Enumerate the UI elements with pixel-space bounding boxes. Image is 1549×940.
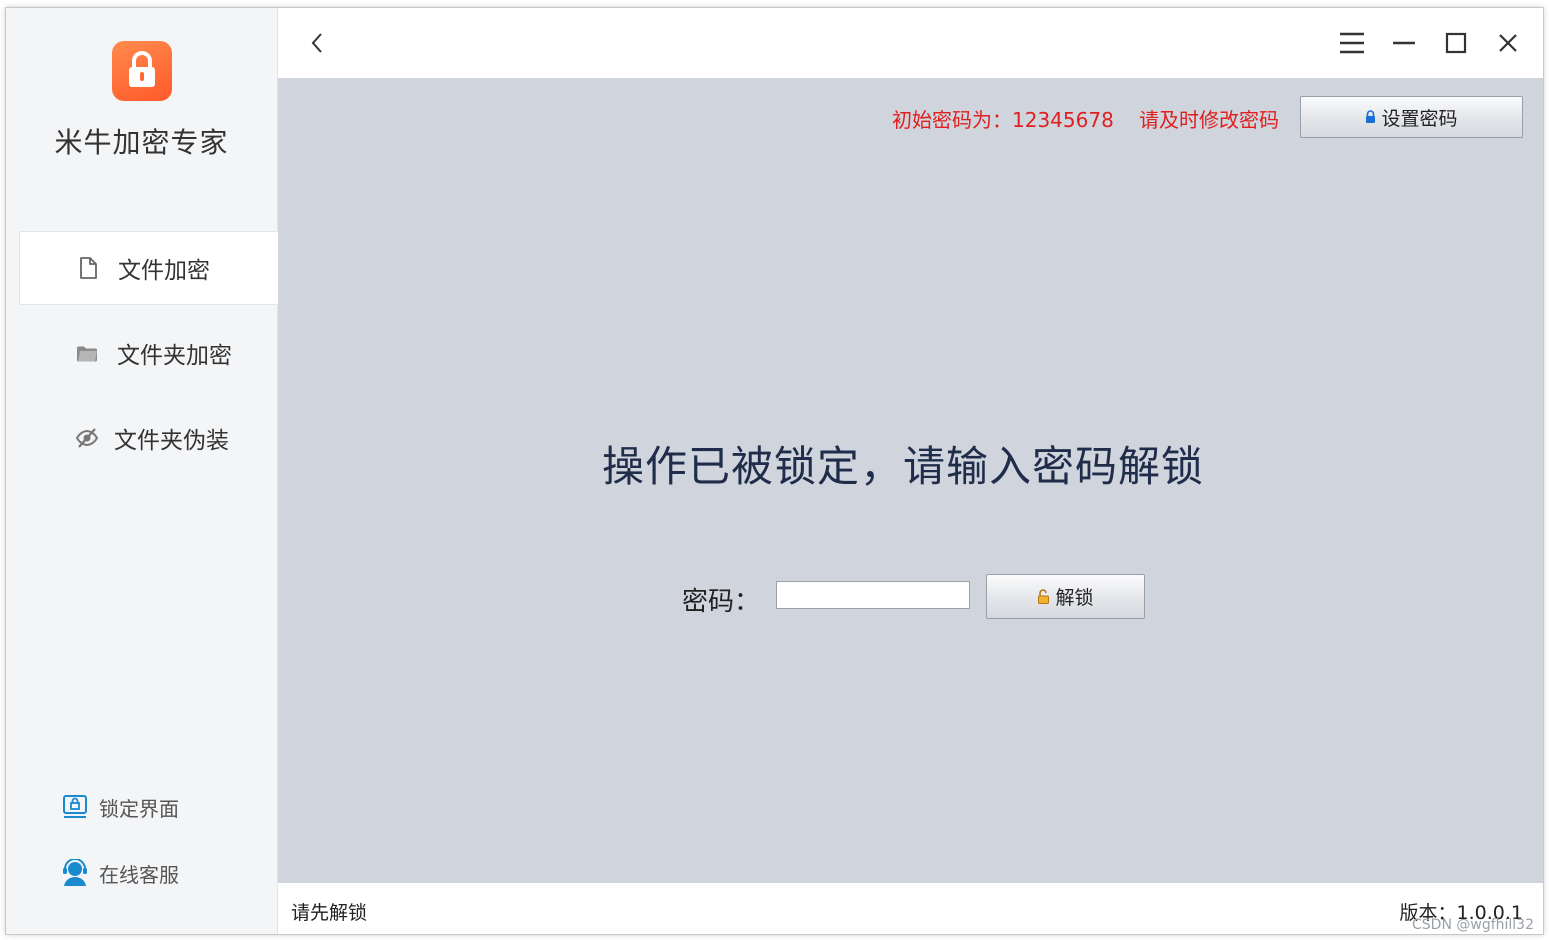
sidebar-item-folder-disguise[interactable]: 文件夹伪装 [19,402,277,474]
set-password-button[interactable]: 设置密码 [1300,96,1523,138]
unlock-label: 解锁 [1055,587,1094,609]
unlock-button[interactable]: 解锁 [986,574,1145,619]
watermark: CSDN @wgfhill32 [1412,917,1534,933]
password-label: 密码： [682,587,761,617]
padlock-icon [129,51,155,87]
lock-screen-label: 锁定界面 [99,796,179,821]
menu-icon[interactable] [1337,28,1367,58]
lock-screen-icon [63,795,87,818]
close-icon[interactable] [1493,28,1523,58]
maximize-icon[interactable] [1441,28,1471,58]
sidebar: 米牛加密专家 文件加密 文件夹加密 文件夹伪装 锁定界面 在线客服 [6,8,278,934]
status-bar: 请先解锁 版本：1.0.0.1 [278,883,1543,934]
sidebar-item-label: 文件夹加密 [117,343,232,369]
main-content: 初始密码为：12345678 请及时修改密码 设置密码 操作已被锁定，请输入密码… [278,78,1543,883]
password-input[interactable] [776,581,970,609]
lock-icon [1366,110,1376,123]
customer-service-icon [63,859,87,886]
chevron-left-icon[interactable] [306,30,330,56]
minimize-icon[interactable] [1389,28,1419,58]
set-password-label: 设置密码 [1381,107,1458,130]
sidebar-item-folder-encrypt[interactable]: 文件夹加密 [19,317,277,389]
lock-screen-button[interactable]: 锁定界面 [61,790,179,824]
title-bar [278,8,1543,78]
file-icon [80,257,97,279]
folder-icon [77,346,97,362]
app-title: 米牛加密专家 [54,126,229,159]
sidebar-item-file-encrypt[interactable]: 文件加密 [19,231,278,305]
sidebar-item-label: 文件夹伪装 [114,428,229,454]
initial-password-notice: 初始密码为：12345678 [892,108,1114,132]
eye-slash-icon [75,428,99,448]
online-service-button[interactable]: 在线客服 [61,856,179,890]
locked-message: 操作已被锁定，请输入密码解锁 [601,442,1204,491]
status-text: 请先解锁 [291,902,368,924]
app-logo [112,41,172,101]
online-service-label: 在线客服 [99,862,179,887]
app-window: 米牛加密专家 文件加密 文件夹加密 文件夹伪装 锁定界面 在线客服 初始密码为：… [6,8,1543,934]
change-password-notice: 请及时修改密码 [1139,108,1279,132]
sidebar-item-label: 文件加密 [118,258,210,284]
unlock-icon [1038,589,1050,604]
